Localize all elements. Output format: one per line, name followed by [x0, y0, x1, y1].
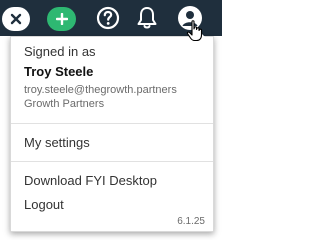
help-circle-icon	[96, 6, 120, 30]
close-icon	[10, 13, 22, 25]
logout-menu-item[interactable]: Logout	[24, 197, 64, 212]
my-settings-menu-item[interactable]: My settings	[24, 135, 90, 150]
user-email: troy.steele@thegrowth.partners	[24, 84, 177, 96]
notifications-button[interactable]	[135, 4, 159, 32]
signed-in-label: Signed in as	[24, 44, 96, 59]
account-dropdown-menu: Signed in as Troy Steele troy.steele@the…	[10, 30, 214, 232]
help-button[interactable]	[96, 6, 120, 30]
menu-divider	[11, 123, 213, 124]
user-organization: Growth Partners	[24, 98, 105, 110]
plus-icon	[55, 13, 68, 25]
bell-icon	[137, 7, 157, 29]
user-name: Troy Steele	[24, 64, 94, 79]
close-button[interactable]	[2, 7, 30, 31]
version-label: 6.1.25	[177, 216, 205, 227]
download-fyi-desktop-menu-item[interactable]: Download FYI Desktop	[24, 173, 157, 188]
add-button[interactable]	[47, 7, 76, 31]
hand-cursor-icon	[186, 20, 203, 42]
menu-divider	[11, 161, 213, 162]
